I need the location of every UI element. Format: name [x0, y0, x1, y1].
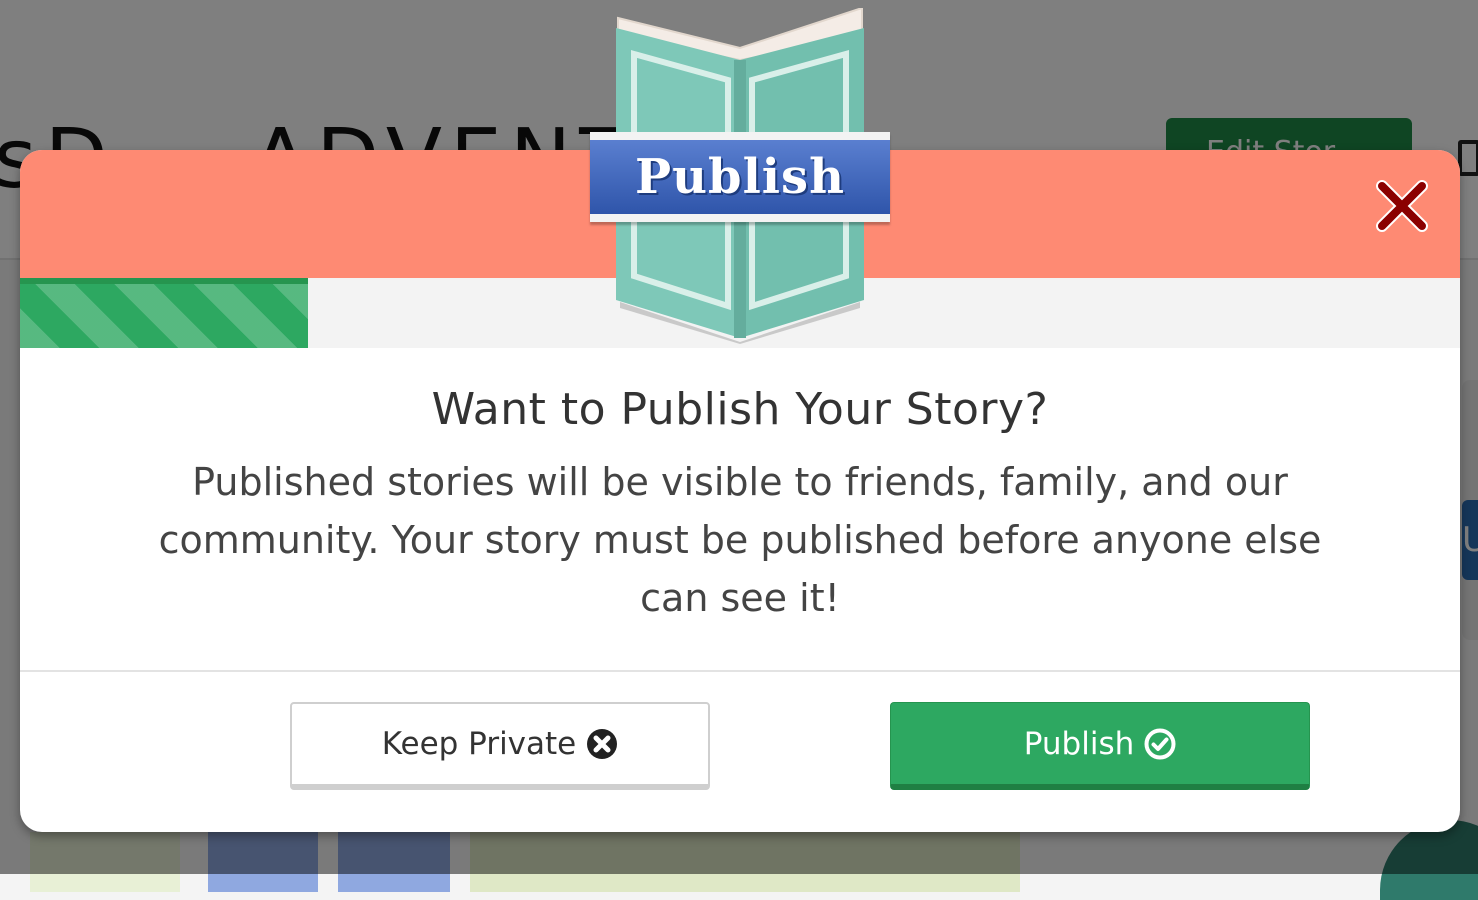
- publish-label: Publish: [1023, 725, 1135, 762]
- publish-button[interactable]: Publish: [890, 702, 1310, 790]
- x-circle-icon: [587, 729, 618, 759]
- badge-label: Publish: [635, 149, 845, 205]
- close-icon[interactable]: [1374, 178, 1430, 234]
- badge-banner: Publish: [590, 132, 890, 222]
- keep-private-button[interactable]: Keep Private: [290, 702, 710, 790]
- keep-private-label: Keep Private: [381, 726, 577, 762]
- divider: [20, 670, 1460, 672]
- modal-title: Want to Publish Your Story?: [431, 384, 1049, 435]
- check-circle-icon: [1144, 728, 1176, 759]
- progress-fill: [20, 278, 308, 348]
- modal-description: Published stories will be visible to fri…: [158, 460, 1322, 620]
- modal-body: Want to Publish Your Story? Published st…: [20, 348, 1460, 670]
- publish-badge: Publish: [590, 6, 890, 344]
